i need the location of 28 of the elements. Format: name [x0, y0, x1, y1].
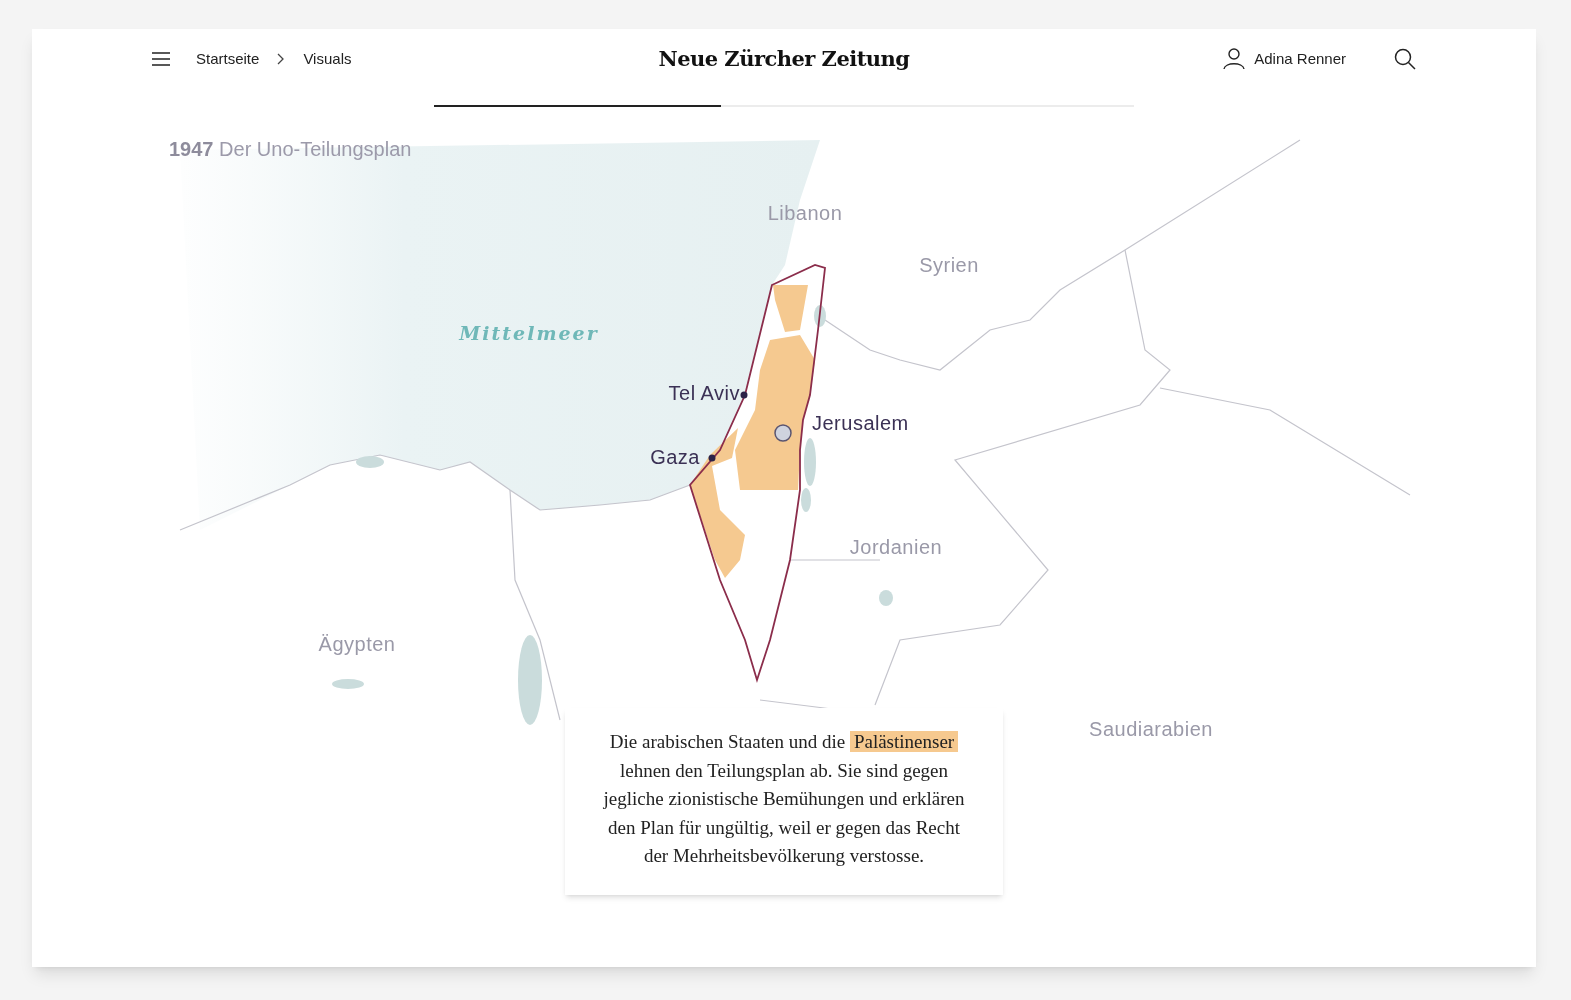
user-name[interactable]: Adina Renner	[1254, 47, 1346, 71]
lake-area	[356, 456, 384, 468]
lake-area	[332, 679, 364, 689]
country-label: Syrien	[919, 253, 979, 277]
country-label: Libanon	[767, 201, 843, 225]
city-dot	[708, 454, 716, 462]
sea-label: Mittelmeer	[459, 321, 599, 345]
capital-label: Jerusalem	[812, 411, 909, 435]
logo[interactable]: Neue Zürcher Zeitung	[644, 43, 924, 75]
lake-area	[801, 488, 811, 512]
city-dot	[740, 391, 748, 399]
lake-area	[814, 305, 826, 327]
map-title: 1947 Der Uno-Teilungsplan	[169, 137, 413, 162]
country-label: Jordanien	[849, 535, 943, 559]
menu-icon[interactable]	[151, 52, 171, 66]
breadcrumb-link[interactable]: Visuals	[303, 47, 352, 71]
city-label: Gaza	[650, 445, 700, 469]
user-icon[interactable]	[1222, 48, 1247, 70]
country-label: Saudiarabien	[1089, 717, 1213, 741]
lake-area	[804, 438, 816, 486]
country-label: Ägypten	[318, 632, 396, 656]
lake-area	[879, 590, 893, 606]
breadcrumb-link[interactable]: Startseite	[196, 47, 260, 71]
capital-marker	[774, 424, 792, 442]
chevron-icon	[277, 53, 286, 65]
city-label: Tel Aviv	[668, 381, 740, 405]
search-icon[interactable]	[1394, 48, 1416, 70]
caption-text: Die arabischen Staaten und die Palästinenser lehnen den Teilungsplan ab. Sie sind gegen jegliche zionistische Bemühungen und erklären den Plan für ungültig, weil er gegen das Recht der Mehrheitsbevölkerung verstosse.	[602, 730, 966, 868]
